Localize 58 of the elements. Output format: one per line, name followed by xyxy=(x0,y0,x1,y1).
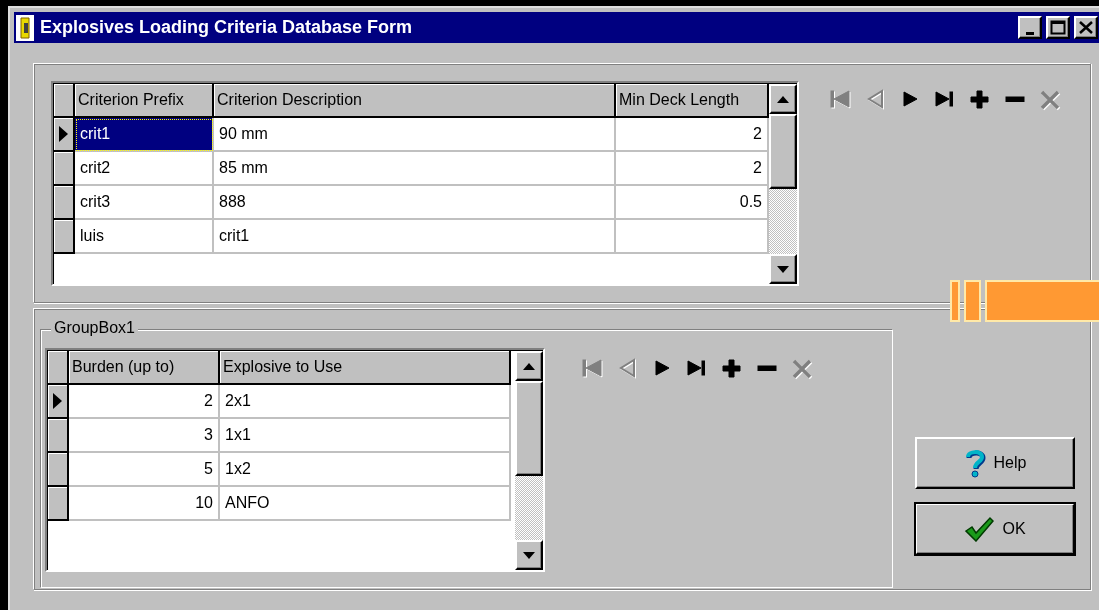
column-header[interactable]: Min Deck Length xyxy=(616,84,769,118)
vertical-scrollbar[interactable] xyxy=(769,84,797,284)
table-cell: 10 xyxy=(69,487,220,521)
scroll-thumb[interactable] xyxy=(769,114,797,189)
checkmark-icon xyxy=(964,516,995,542)
table-cell: 90 mm xyxy=(214,118,616,152)
scroll-up-button[interactable] xyxy=(769,84,797,114)
up-arrow-icon xyxy=(777,95,789,103)
column-header[interactable]: Burden (up to) xyxy=(69,351,220,385)
ok-button[interactable]: OK xyxy=(915,503,1075,555)
down-arrow-icon xyxy=(777,265,789,273)
table-cell: 1x1 xyxy=(220,419,511,453)
table-cell: 3 xyxy=(69,419,220,453)
scroll-up-button[interactable] xyxy=(515,351,543,381)
row-indicator[interactable] xyxy=(54,118,75,152)
table-cell: 2x1 xyxy=(220,385,511,419)
row-indicator[interactable] xyxy=(48,385,69,419)
header-corner xyxy=(48,351,69,385)
up-arrow-icon xyxy=(523,362,535,370)
maximize-button[interactable] xyxy=(1046,16,1070,39)
data-grid[interactable]: Criterion Prefix Criterion Description Min Deck Length crit1 90 mm 2 crit2 85 mm 2 crit3 888 0.5 luis crit1 xyxy=(51,81,799,286)
table-cell: 1x2 xyxy=(220,453,511,487)
table-cell: crit1 xyxy=(214,220,616,254)
window-title: Explosives Loading Criteria Database Form xyxy=(40,17,414,38)
scroll-down-button[interactable] xyxy=(515,540,543,570)
table-cell: crit1 xyxy=(75,118,214,152)
column-header[interactable]: Criterion Description xyxy=(214,84,616,118)
row-indicator[interactable] xyxy=(54,220,75,254)
scroll-thumb[interactable] xyxy=(515,381,543,476)
row-indicator[interactable] xyxy=(54,186,75,220)
table-cell: 888 xyxy=(214,186,616,220)
question-mark-icon xyxy=(963,448,986,478)
minimize-button[interactable] xyxy=(1018,16,1042,39)
help-button[interactable]: Help xyxy=(915,437,1075,489)
minimize-icon xyxy=(1025,29,1035,37)
close-icon xyxy=(1079,21,1093,34)
table-cell: 85 mm xyxy=(214,152,616,186)
row-indicator[interactable] xyxy=(54,152,75,186)
table-cell: ANFO xyxy=(220,487,511,521)
close-button[interactable] xyxy=(1074,16,1098,39)
row-indicator[interactable] xyxy=(48,487,69,521)
table-cell: 5 xyxy=(69,453,220,487)
table-cell: crit3 xyxy=(75,186,214,220)
group-box-title: GroupBox1 xyxy=(51,319,138,337)
maximize-icon xyxy=(1050,20,1066,35)
row-indicator[interactable] xyxy=(48,419,69,453)
table-cell: luis xyxy=(75,220,214,254)
down-arrow-icon xyxy=(523,551,535,559)
app-icon xyxy=(16,14,34,41)
table-cell: crit2 xyxy=(75,152,214,186)
column-header[interactable]: Criterion Prefix xyxy=(75,84,214,118)
row-indicator[interactable] xyxy=(48,453,69,487)
data-grid[interactable]: Burden (up to) Explosive to Use 2 2x1 3 1x1 5 1x2 10 ANFO xyxy=(45,348,545,572)
header-corner xyxy=(54,84,75,118)
scroll-down-button[interactable] xyxy=(769,254,797,284)
column-header[interactable]: Explosive to Use xyxy=(220,351,511,385)
table-cell: 2 xyxy=(69,385,220,419)
vertical-scrollbar[interactable] xyxy=(515,351,543,570)
